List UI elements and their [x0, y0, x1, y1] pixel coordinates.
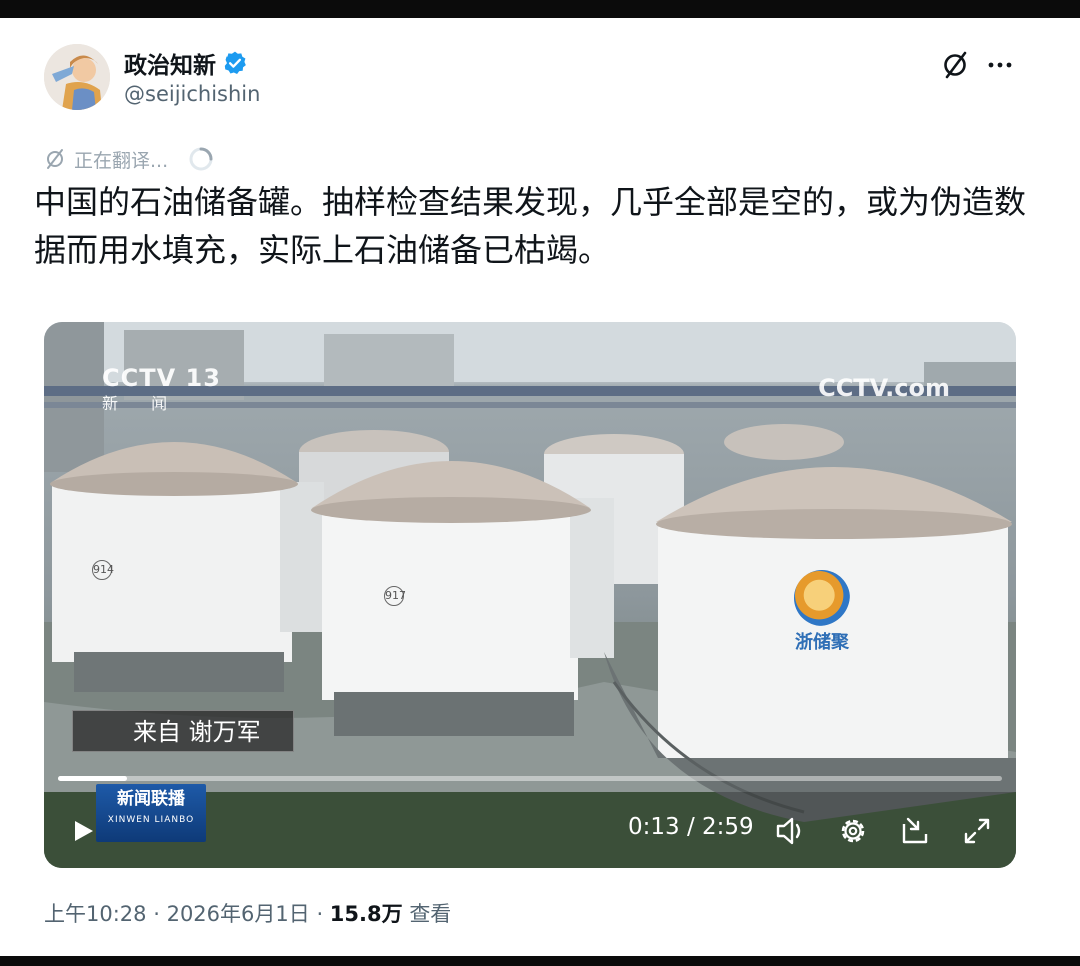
video-controls: 0:13 / 2:59: [44, 802, 1016, 862]
company-emblem-icon: [794, 570, 850, 626]
tweet-date[interactable]: 2026年6月1日: [167, 902, 310, 926]
tank-company-logo-text: 浙储聚: [795, 632, 849, 653]
translating-label: 正在翻译...: [74, 149, 169, 172]
loading-spinner-icon: [189, 147, 213, 171]
view-count: 15.8万: [329, 902, 403, 926]
video-progress-fill: [58, 776, 127, 781]
settings-gear-icon[interactable]: [836, 814, 870, 848]
video-player[interactable]: CCTV 13 新 闻 CCTV.com 914 917 浙储聚 来自 谢万军 …: [44, 322, 1016, 868]
view-label: 查看: [409, 902, 452, 926]
cctv13-logo-sub: 新 闻: [102, 394, 182, 413]
translate-icon[interactable]: [938, 48, 972, 82]
more-icon[interactable]: [984, 48, 1018, 82]
video-progress-bar[interactable]: [58, 776, 1002, 781]
meta-separator: ·: [316, 902, 330, 926]
verified-badge-icon: [224, 51, 246, 74]
author-handle[interactable]: @seijichishin: [124, 82, 260, 106]
fullscreen-icon[interactable]: [960, 814, 994, 848]
tweet-card: 政治知新 @seijichishin 正在翻译... 中国的石油储备罐。抽样检查…: [0, 18, 1080, 956]
tank-company-logo: 浙储聚: [786, 570, 858, 654]
tweet-time[interactable]: 上午10:28: [44, 902, 147, 926]
picture-in-picture-icon[interactable]: [898, 814, 932, 848]
video-caption: 来自 谢万军: [72, 710, 294, 752]
volume-icon[interactable]: [774, 814, 808, 848]
tank-number-label: 914: [92, 560, 114, 580]
tweet-meta: 上午10:28 · 2026年6月1日 · 15.8万 查看: [44, 898, 451, 928]
author-name[interactable]: 政治知新: [124, 46, 216, 80]
video-time: 0:13 / 2:59: [628, 814, 754, 840]
translate-icon: [47, 149, 63, 169]
cctv-watermark: CCTV.com: [818, 374, 950, 402]
play-icon[interactable]: [70, 818, 96, 844]
cctv13-logo: CCTV 13 新 闻: [102, 364, 221, 414]
author-avatar[interactable]: [44, 44, 110, 110]
meta-separator: ·: [153, 902, 167, 926]
tank-number-label: 917: [384, 586, 406, 606]
cctv13-logo-text: CCTV 13: [102, 364, 221, 392]
author-name-row[interactable]: 政治知新: [124, 46, 248, 80]
tweet-text: 中国的石油储备罐。抽样检查结果发现，几乎全部是空的，或为伪造数据而用水填充，实际…: [34, 183, 1027, 269]
translation-status: 正在翻译...: [44, 144, 216, 174]
